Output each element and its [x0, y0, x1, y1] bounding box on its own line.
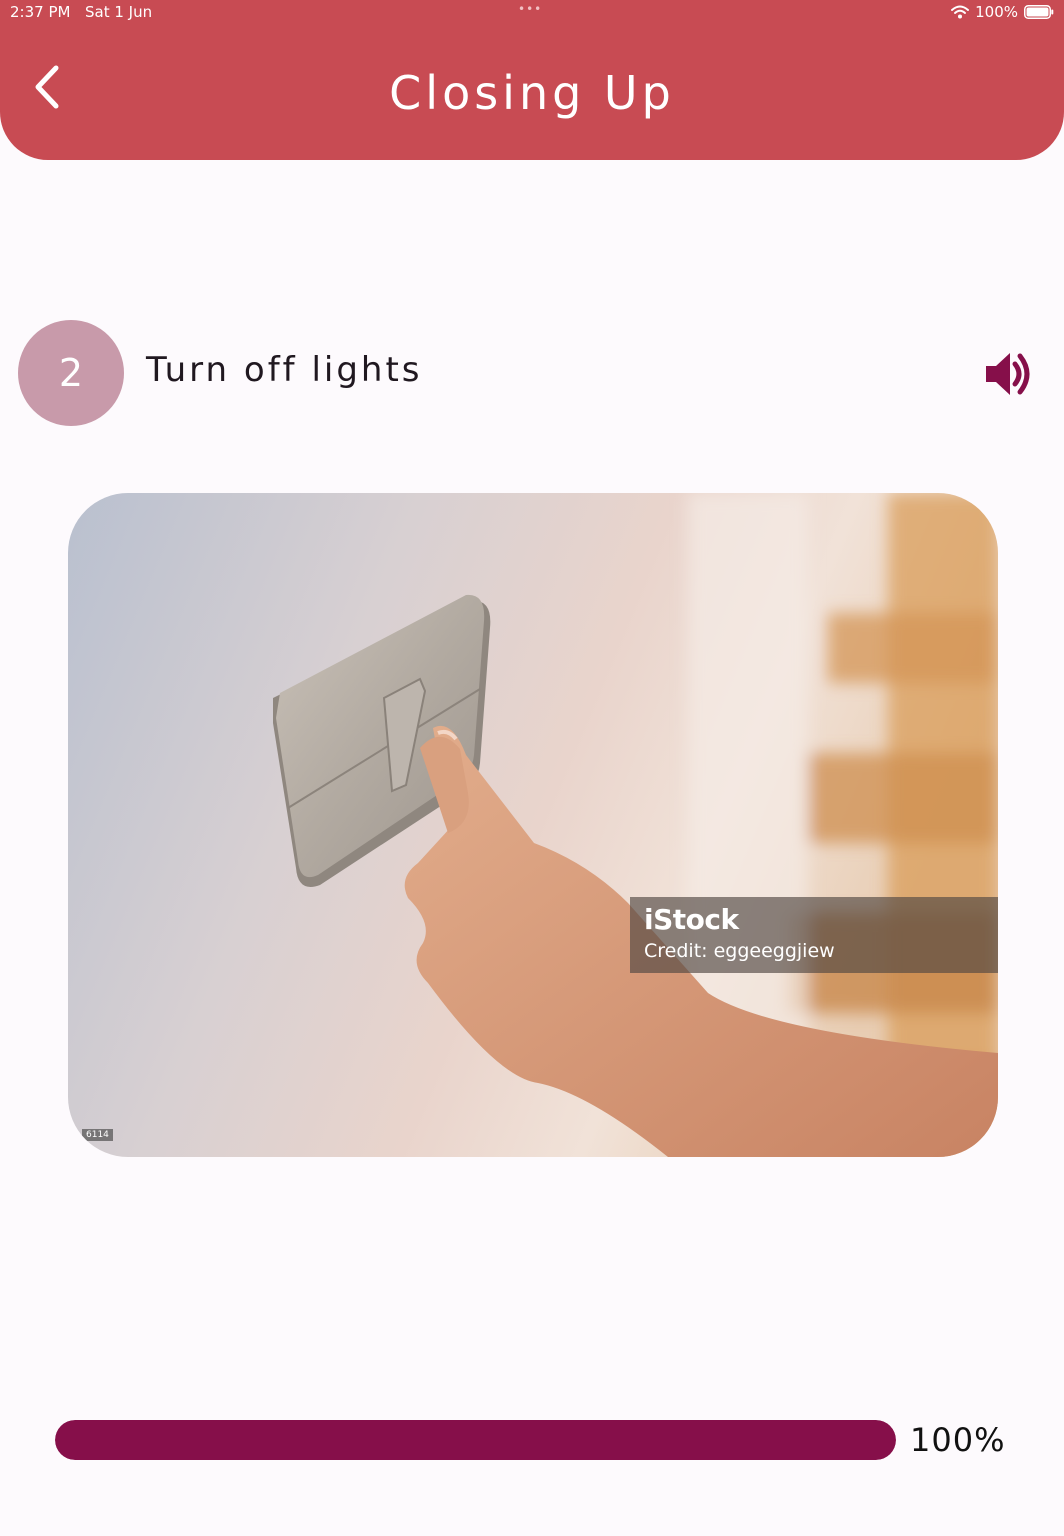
step-title: Turn off lights — [146, 350, 423, 390]
battery-icon — [1024, 5, 1054, 19]
wifi-icon — [951, 5, 970, 19]
speaker-icon — [986, 353, 1030, 395]
watermark-brand: iStock — [644, 903, 739, 936]
image-watermark: iStock Credit: eggeeggjiew — [630, 897, 998, 973]
progress-percent: 100% — [910, 1421, 1006, 1459]
light-switch-photo-illustration — [68, 493, 998, 1157]
image-id-tag: 6114 — [82, 1129, 113, 1141]
header-bar: 2:37 PM Sat 1 Jun ••• 100% Closing Up — [0, 0, 1064, 160]
status-date: Sat 1 Jun — [85, 3, 153, 21]
progress-bar — [55, 1420, 896, 1460]
read-aloud-button[interactable] — [982, 348, 1034, 400]
status-time: 2:37 PM — [10, 3, 71, 21]
battery-percent: 100% — [975, 3, 1018, 21]
page-title: Closing Up — [389, 66, 675, 120]
step-number: 2 — [58, 351, 84, 395]
progress-fill — [55, 1420, 896, 1460]
status-indicators: 100% — [951, 3, 1054, 21]
status-bar: 2:37 PM Sat 1 Jun ••• 100% — [0, 0, 1064, 26]
step-number-badge: 2 — [18, 320, 124, 426]
step-illustration-photo: iStock Credit: eggeeggjiew 6114 — [68, 493, 998, 1157]
multitasking-dots[interactable]: ••• — [518, 2, 542, 16]
watermark-credit: Credit: eggeeggjiew — [644, 940, 835, 962]
